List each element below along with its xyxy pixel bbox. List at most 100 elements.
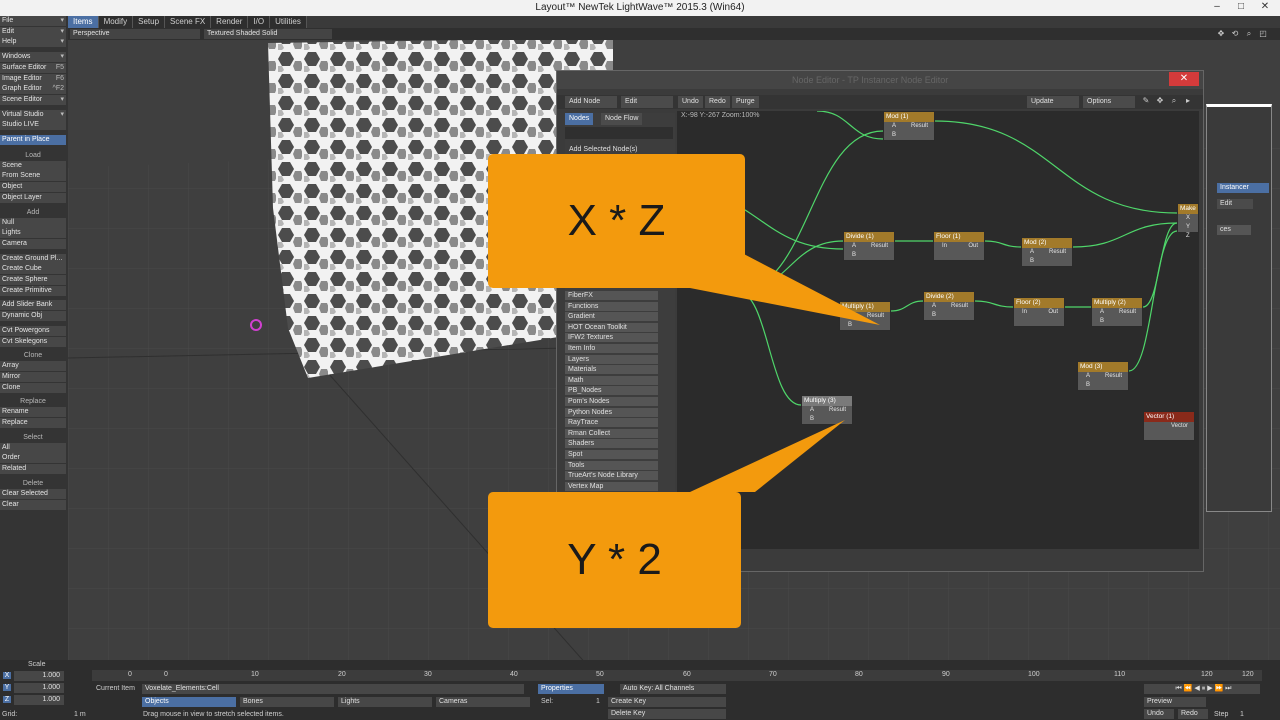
tab-items[interactable]: Items bbox=[68, 16, 99, 28]
node-input-port[interactable]: In bbox=[942, 243, 947, 249]
node-floor1[interactable]: Floor (1) In Out bbox=[933, 231, 985, 261]
category-item[interactable]: Tools bbox=[565, 460, 658, 471]
purge-button[interactable]: Purge bbox=[732, 96, 759, 108]
tool-replace[interactable]: Replace bbox=[0, 418, 66, 428]
tool-scene[interactable]: Scene bbox=[0, 160, 66, 171]
edit-menu-button[interactable]: Edit bbox=[621, 96, 673, 108]
node-mod1[interactable]: Mod (1) A Result B bbox=[883, 111, 935, 141]
playback-controls[interactable]: ⏮ ⏪ ◀ ⏸ ▶ ⏩ ⏭ bbox=[1144, 684, 1260, 694]
node-vector1[interactable]: Vector (1) Vector bbox=[1143, 411, 1195, 441]
tool-cvt-powergons[interactable]: Cvt Powergons bbox=[0, 325, 66, 336]
node-graph-canvas[interactable]: Mod (1) A Result B Divide (1) A Result B Floor (… bbox=[677, 111, 1199, 549]
node-input-port[interactable]: Z bbox=[1186, 233, 1190, 239]
tool-array[interactable]: Array bbox=[0, 361, 66, 372]
pan-icon[interactable]: ✥ bbox=[1155, 96, 1165, 106]
tool-lights[interactable]: Lights bbox=[0, 228, 66, 239]
tool-all[interactable]: All bbox=[0, 442, 66, 453]
redo-button-bottom[interactable]: Redo bbox=[1178, 709, 1208, 719]
properties-button[interactable]: Properties bbox=[538, 684, 604, 694]
node-input-port[interactable]: A bbox=[932, 303, 936, 309]
node-floor2[interactable]: Floor (2) In Out bbox=[1013, 297, 1065, 327]
tool-create-ground-pl-[interactable]: Create Ground Pl... bbox=[0, 253, 66, 264]
node-input-port[interactable]: B bbox=[810, 416, 814, 422]
tool-clear-selected[interactable]: Clear Selected bbox=[0, 488, 66, 499]
node-input-port[interactable]: In bbox=[1022, 309, 1027, 315]
undo-button-bottom[interactable]: Undo bbox=[1144, 709, 1174, 719]
cameras-button[interactable]: Cameras bbox=[436, 697, 530, 707]
tool-cvt-skelegons[interactable]: Cvt Skelegons bbox=[0, 336, 66, 347]
node-output-port[interactable]: Result bbox=[1049, 248, 1066, 257]
menu-studio-live[interactable]: Studio LIVE bbox=[0, 120, 66, 131]
shading-mode-dropdown[interactable]: Textured Shaded Solid bbox=[204, 29, 332, 39]
category-item[interactable]: Rman Collect bbox=[565, 428, 658, 439]
menu-graph-editor[interactable]: Graph Editor ^F2 bbox=[0, 84, 66, 95]
tool-mirror[interactable]: Mirror bbox=[0, 371, 66, 382]
lights-button[interactable]: Lights bbox=[338, 697, 432, 707]
category-item[interactable]: FiberFX bbox=[565, 291, 658, 301]
tab-node-flow[interactable]: Node Flow bbox=[601, 113, 643, 125]
node-input-port[interactable]: B bbox=[1100, 318, 1104, 324]
category-item[interactable]: HOT Ocean Toolkit bbox=[565, 322, 658, 333]
category-item[interactable]: IFW2 Textures bbox=[565, 333, 658, 344]
category-item[interactable]: Gradient bbox=[565, 312, 658, 323]
node-make[interactable]: Make X Y Z bbox=[1177, 203, 1199, 239]
bones-button[interactable]: Bones bbox=[240, 697, 334, 707]
move-view-icon[interactable]: ✥ bbox=[1216, 29, 1226, 39]
node-input-port[interactable]: A bbox=[1100, 309, 1104, 315]
category-item[interactable]: Layers bbox=[565, 354, 658, 365]
node-input-port[interactable]: B bbox=[892, 132, 896, 138]
node-output-port[interactable]: Result bbox=[871, 242, 888, 251]
node-divide1[interactable]: Divide (1) A Result B bbox=[843, 231, 895, 261]
node-input-port[interactable]: A bbox=[810, 407, 814, 413]
tab-setup[interactable]: Setup bbox=[133, 16, 166, 28]
node-editor-close-button[interactable]: ✕ bbox=[1169, 72, 1199, 86]
node-input-port[interactable]: X bbox=[1186, 215, 1190, 221]
menu-image-editor[interactable]: Image Editor F6 bbox=[0, 73, 66, 84]
node-input-port[interactable]: Y bbox=[1186, 224, 1190, 230]
delete-key-button[interactable]: Delete Key bbox=[608, 709, 726, 719]
objects-button[interactable]: Objects bbox=[142, 697, 236, 707]
menu-parent-in-place[interactable]: Parent in Place bbox=[0, 135, 66, 145]
tool-object-layer[interactable]: Object Layer bbox=[0, 192, 66, 203]
menu-surface-editor[interactable]: Surface Editor F5 bbox=[0, 62, 66, 73]
category-item[interactable]: PB_Nodes bbox=[565, 386, 658, 397]
tool-related[interactable]: Related bbox=[0, 464, 66, 475]
add-node-button[interactable]: Add Node bbox=[565, 96, 617, 108]
menu-help[interactable]: Help ▾ bbox=[0, 37, 66, 48]
node-input-port[interactable]: A bbox=[852, 243, 856, 249]
node-search-input[interactable] bbox=[565, 127, 673, 139]
timeline-ruler[interactable] bbox=[92, 670, 1262, 681]
axis-x-field[interactable]: 1.000 bbox=[14, 671, 64, 681]
category-item[interactable]: Vertex Map bbox=[565, 481, 658, 492]
node-output-port[interactable]: Result bbox=[911, 122, 928, 131]
node-input-port[interactable]: A bbox=[848, 313, 852, 319]
tab-modify[interactable]: Modify bbox=[98, 16, 134, 28]
tab-i-o[interactable]: I/O bbox=[248, 16, 271, 28]
tab-nodes[interactable]: Nodes bbox=[565, 113, 594, 125]
instancer-edit-button[interactable]: Edit bbox=[1217, 199, 1253, 209]
options-button[interactable]: Options bbox=[1083, 96, 1135, 108]
category-item[interactable]: Item Info bbox=[565, 344, 658, 354]
tool-object[interactable]: Object bbox=[0, 182, 66, 193]
node-multiply2[interactable]: Multiply (2) A Result B bbox=[1091, 297, 1143, 327]
tool-camera[interactable]: Camera bbox=[0, 238, 66, 249]
node-output-port[interactable]: Result bbox=[1119, 308, 1136, 317]
tool-dynamic-obj[interactable]: Dynamic Obj bbox=[0, 311, 66, 322]
node-multiply1[interactable]: Multiply (1) A Result B bbox=[839, 301, 891, 331]
edit-pencil-icon[interactable]: ✎ bbox=[1141, 96, 1151, 106]
view-mode-dropdown[interactable]: Perspective bbox=[70, 29, 200, 39]
tab-instancer[interactable]: Instancer bbox=[1217, 183, 1269, 193]
node-divide2[interactable]: Divide (2) A Result B bbox=[923, 291, 975, 321]
instancer-list-field[interactable]: ces bbox=[1217, 225, 1251, 235]
axis-y-field[interactable]: 1.000 bbox=[14, 683, 64, 693]
menu-virtual-studio[interactable]: Virtual Studio ▾ bbox=[0, 109, 66, 120]
node-input-port[interactable]: A bbox=[1086, 373, 1090, 379]
category-item[interactable]: Python Nodes bbox=[565, 407, 658, 418]
menu-scene-editor[interactable]: Scene Editor ▾ bbox=[0, 94, 66, 105]
node-output-port[interactable]: Result bbox=[1105, 372, 1122, 381]
menu-edit[interactable]: Edit ▾ bbox=[0, 26, 66, 37]
tool-null[interactable]: Null bbox=[0, 217, 66, 228]
create-key-button[interactable]: Create Key bbox=[608, 697, 726, 707]
maximize-view-icon[interactable]: ◰ bbox=[1258, 29, 1268, 39]
node-multiply3[interactable]: Multiply (3) A Result B bbox=[801, 395, 853, 425]
